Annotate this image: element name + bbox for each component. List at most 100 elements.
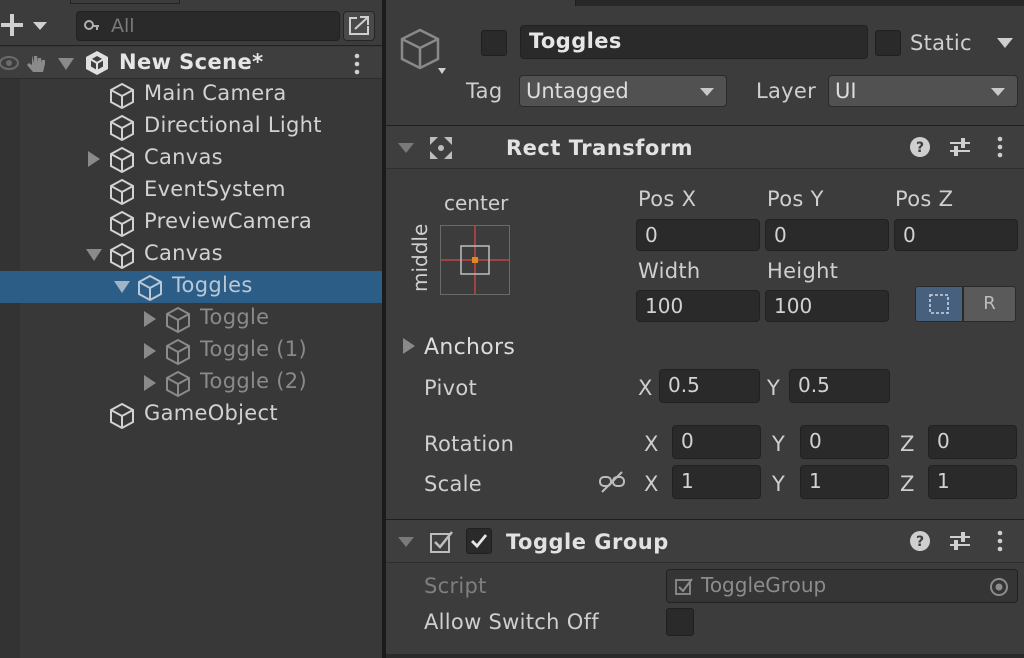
- anchors-label[interactable]: Anchors: [424, 335, 515, 360]
- inspector-tab[interactable]: [386, 0, 576, 6]
- expand-arrow-icon[interactable]: [142, 375, 158, 391]
- hierarchy-item-label: Directional Light: [144, 113, 322, 137]
- rotation-x-field[interactable]: 0: [672, 425, 761, 459]
- inspector-tab-strip: [386, 0, 1024, 6]
- hierarchy-item[interactable]: Toggles: [0, 271, 382, 303]
- scale-y-field[interactable]: 1: [800, 465, 889, 499]
- fold-arrow-icon[interactable]: [398, 143, 414, 153]
- collapse-arrow-icon[interactable]: [114, 279, 130, 295]
- help-icon[interactable]: ?: [908, 529, 932, 553]
- raw-edit-button[interactable]: R: [963, 286, 1016, 322]
- height-label: Height: [767, 259, 839, 283]
- layer-value: UI: [835, 79, 857, 103]
- rect-transform-header[interactable]: Rect Transform ?: [386, 125, 1024, 169]
- more-options-icon[interactable]: [995, 529, 1005, 553]
- hierarchy-item[interactable]: Directional Light: [0, 111, 382, 143]
- anchor-vertical-label: middle: [408, 223, 432, 292]
- gameobject-icon: [166, 306, 190, 334]
- hierarchy-item-label: GameObject: [144, 401, 278, 425]
- inspector-bottom-divider: [386, 654, 1024, 658]
- hierarchy-item-label: Toggle (1): [200, 337, 307, 361]
- hierarchy-item[interactable]: EventSystem: [0, 175, 382, 207]
- expand-arrow-icon[interactable]: [142, 311, 158, 327]
- toggle-group-component-icon: [430, 531, 453, 553]
- hierarchy-item[interactable]: GameObject: [0, 399, 382, 431]
- static-label: Static: [910, 31, 972, 55]
- rotation-y-field[interactable]: 0: [800, 425, 889, 459]
- rotation-label: Rotation: [424, 432, 515, 456]
- anchor-presets-button[interactable]: [440, 225, 510, 295]
- presets-icon[interactable]: [948, 529, 972, 553]
- hierarchy-item[interactable]: Toggle: [0, 303, 382, 335]
- scene-header-row[interactable]: New Scene*: [0, 47, 382, 79]
- search-input[interactable]: [111, 14, 331, 38]
- pivot-x-label: X: [638, 376, 653, 400]
- gameobject-icon: [110, 210, 134, 238]
- rect-transform-title: Rect Transform: [506, 136, 694, 160]
- eye-icon[interactable]: [0, 53, 22, 73]
- toggle-group-header[interactable]: Toggle Group ?: [386, 519, 1024, 563]
- more-options-icon[interactable]: [352, 52, 362, 76]
- scale-x-label: X: [644, 472, 659, 496]
- collapse-arrow-icon[interactable]: [86, 247, 102, 263]
- pos-y-field[interactable]: 0: [765, 219, 889, 251]
- pos-x-field[interactable]: 0: [636, 219, 760, 251]
- scale-z-field[interactable]: 1: [928, 465, 1017, 499]
- more-options-icon[interactable]: [995, 135, 1005, 159]
- allow-switch-off-checkbox[interactable]: [666, 608, 694, 636]
- static-dropdown-icon[interactable]: [997, 37, 1013, 49]
- blueprint-mode-button[interactable]: [915, 286, 963, 322]
- expand-arrow-icon[interactable]: [402, 338, 416, 354]
- pickable-hand-icon[interactable]: [24, 51, 48, 75]
- active-checkbox[interactable]: [481, 30, 507, 56]
- expand-arrow-icon[interactable]: [142, 343, 158, 359]
- component-enabled-checkbox[interactable]: [466, 528, 492, 554]
- scene-visibility-button[interactable]: [343, 11, 375, 41]
- hierarchy-item[interactable]: Main Camera: [0, 79, 382, 111]
- script-asset-icon: [675, 578, 693, 595]
- rotation-z-field[interactable]: 0: [928, 425, 1017, 459]
- object-picker-icon[interactable]: [989, 577, 1009, 597]
- scene-name: New Scene*: [119, 50, 264, 74]
- pos-z-field[interactable]: 0: [894, 219, 1018, 251]
- constrain-proportions-icon[interactable]: [598, 471, 626, 495]
- static-checkbox[interactable]: [875, 30, 901, 56]
- help-icon[interactable]: ?: [908, 135, 932, 159]
- width-label: Width: [638, 259, 701, 283]
- pivot-x-field[interactable]: 0.5: [659, 369, 760, 403]
- hierarchy-item-label: PreviewCamera: [144, 209, 313, 233]
- scale-y-label: Y: [772, 472, 786, 496]
- hierarchy-item-label: Main Camera: [144, 81, 287, 105]
- script-field[interactable]: ToggleGroup: [666, 569, 1018, 603]
- hierarchy-tab[interactable]: [70, 0, 180, 4]
- chevron-down-icon: [700, 88, 714, 96]
- object-name-field[interactable]: Toggles: [520, 25, 868, 59]
- hierarchy-item[interactable]: Toggle (2): [0, 367, 382, 399]
- layer-dropdown[interactable]: UI: [828, 75, 1018, 107]
- hierarchy-item[interactable]: Canvas: [0, 143, 382, 175]
- gameobject-icon: [110, 82, 134, 110]
- pivot-y-field[interactable]: 0.5: [789, 369, 890, 403]
- inspector-panel: Toggles Static Tag Untagged Layer UI Rec…: [386, 0, 1024, 658]
- expand-arrow-icon[interactable]: [86, 151, 102, 167]
- anchor-preset-icon: [441, 226, 509, 294]
- fold-arrow-icon[interactable]: [398, 537, 414, 547]
- presets-icon[interactable]: [948, 135, 972, 159]
- width-field[interactable]: 100: [636, 290, 760, 322]
- hierarchy-item[interactable]: PreviewCamera: [0, 207, 382, 239]
- tag-value: Untagged: [526, 79, 629, 103]
- gameobject-cube-icon[interactable]: [400, 28, 446, 80]
- create-button[interactable]: [0, 10, 52, 40]
- hierarchy-item[interactable]: Canvas: [0, 239, 382, 271]
- height-field[interactable]: 100: [765, 290, 889, 322]
- plus-icon: [1, 14, 47, 36]
- chevron-down-icon[interactable]: [58, 57, 74, 71]
- hierarchy-item-label: EventSystem: [144, 177, 286, 201]
- scale-z-label: Z: [900, 472, 915, 496]
- hierarchy-search[interactable]: [76, 11, 340, 41]
- gameobject-icon: [110, 146, 134, 174]
- layer-label: Layer: [756, 79, 817, 103]
- scale-x-field[interactable]: 1: [672, 465, 761, 499]
- hierarchy-item[interactable]: Toggle (1): [0, 335, 382, 367]
- tag-dropdown[interactable]: Untagged: [519, 75, 727, 107]
